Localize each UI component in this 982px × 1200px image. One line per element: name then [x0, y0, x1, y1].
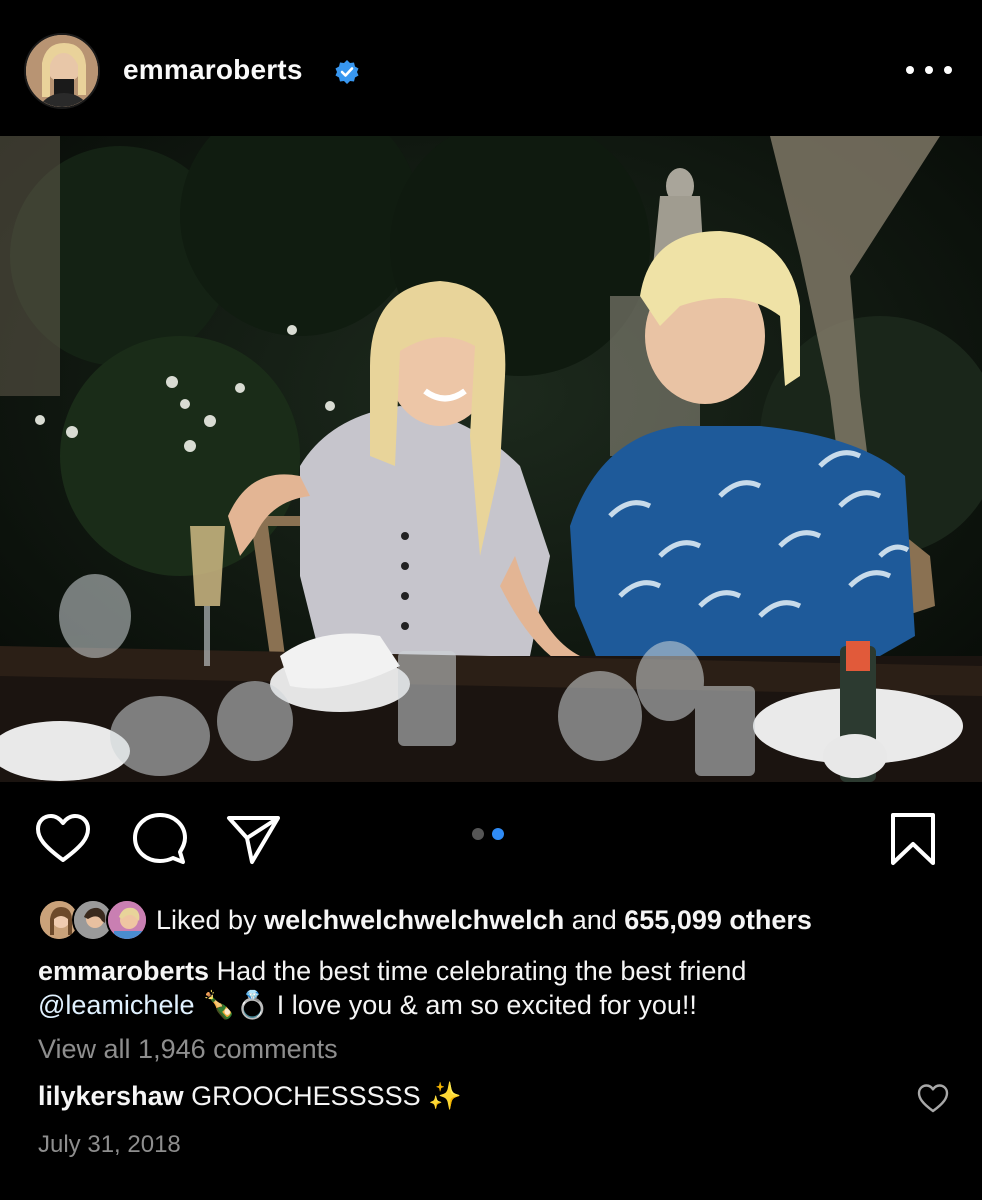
view-all-comments-link[interactable]: View all 1,946 comments — [38, 1034, 338, 1065]
sparkle-emoji: ✨ — [428, 1081, 462, 1111]
post-date: July 31, 2018 — [38, 1131, 181, 1158]
likes-summary: Liked by welchwelchwelchwelch and 655,09… — [156, 905, 812, 936]
comment-like-heart-icon[interactable] — [916, 1082, 950, 1114]
likes-middle: and — [564, 904, 625, 935]
liker-avatar — [106, 899, 148, 941]
post-username[interactable]: emmaroberts — [123, 54, 303, 86]
comment-icon[interactable] — [130, 810, 188, 868]
carousel-indicator — [472, 828, 504, 840]
verified-badge-icon — [335, 60, 359, 84]
caption-username[interactable]: emmaroberts — [38, 956, 209, 986]
liker-avatars — [38, 899, 148, 941]
comment-username[interactable]: lilykershaw — [38, 1081, 184, 1111]
post-photo[interactable] — [0, 136, 982, 782]
caption-text-end: I love you & am so excited for you!! — [276, 990, 697, 1020]
more-options-icon[interactable] — [906, 55, 952, 85]
likes-prefix: Liked by — [156, 904, 265, 935]
caption-mention[interactable]: @leamichele — [38, 990, 194, 1020]
heart-icon[interactable] — [34, 810, 92, 868]
comment-text: GROOCHESSSSS — [183, 1081, 429, 1111]
bookmark-icon[interactable] — [884, 810, 942, 868]
likes-row[interactable]: Liked by welchwelchwelchwelch and 655,09… — [38, 898, 812, 942]
likes-count[interactable]: 655,099 others — [624, 905, 812, 935]
post-header: emmaroberts — [0, 0, 982, 136]
comment-row: lilykershaw GROOCHESSSSS ✨ — [38, 1080, 462, 1112]
carousel-dot — [472, 828, 484, 840]
liker-username[interactable]: welchwelchwelchwelch — [264, 905, 564, 935]
caption-emoji: 🍾💍 — [194, 990, 277, 1020]
share-icon[interactable] — [224, 810, 282, 868]
avatar[interactable] — [24, 33, 100, 109]
caption: emmaroberts Had the best time celebratin… — [38, 954, 938, 1022]
caption-text: Had the best time celebrating the best f… — [209, 956, 747, 986]
carousel-dot-active — [492, 828, 504, 840]
